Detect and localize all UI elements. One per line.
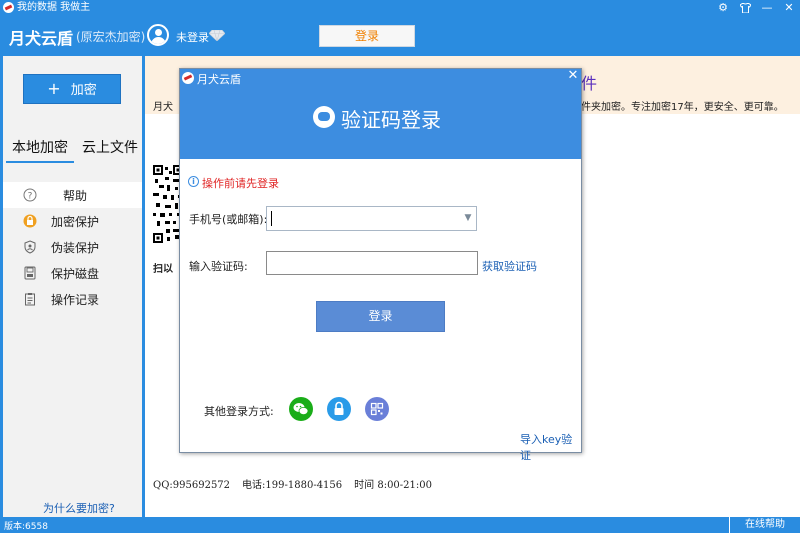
avatar-icon[interactable] bbox=[147, 24, 169, 46]
lock-icon bbox=[23, 214, 37, 228]
chat-bubble-icon bbox=[313, 106, 335, 128]
scan-text: 扫以 bbox=[153, 264, 173, 275]
sidebar-item-label: 操作记录 bbox=[51, 293, 100, 307]
app-header: 月犬云盾 (原宏杰加密) 未登录 登录 bbox=[0, 15, 800, 56]
disk-icon bbox=[23, 266, 37, 280]
sidebar-item-disguise-protect[interactable]: 伪装保护 bbox=[3, 234, 142, 260]
online-help-link[interactable]: 在线帮助 bbox=[729, 517, 800, 533]
question-icon: ? bbox=[23, 188, 37, 202]
contact-phone: 电话:199-1880-4156 bbox=[242, 480, 343, 491]
dialog-heading: 验证码登录 bbox=[341, 108, 441, 132]
dialog-title: 月犬云盾 bbox=[197, 73, 241, 86]
sidebar-item-help[interactable]: ? 帮助 bbox=[3, 182, 142, 208]
chevron-down-icon[interactable]: ▼ bbox=[462, 212, 474, 224]
gear-icon[interactable]: ⚙ bbox=[712, 0, 734, 15]
verification-code-input[interactable] bbox=[266, 251, 478, 275]
brand-subtitle: (原宏杰加密) bbox=[76, 30, 146, 44]
banner-title: 件 bbox=[581, 74, 598, 93]
phone-label: 手机号(或邮箱): bbox=[189, 213, 268, 226]
clipboard-icon bbox=[23, 292, 37, 306]
shirt-icon[interactable] bbox=[734, 0, 756, 15]
version-label: 版本:6558 bbox=[4, 522, 48, 532]
svg-text:?: ? bbox=[28, 192, 33, 202]
header-login-button[interactable]: 登录 bbox=[319, 25, 415, 47]
import-key-link[interactable]: 导入key验证 bbox=[520, 431, 581, 463]
phone-combobox[interactable]: ▼ bbox=[266, 206, 477, 231]
sidebar-item-label: 伪装保护 bbox=[51, 241, 100, 255]
sidebar-item-protect-disk[interactable]: 保护磁盘 bbox=[3, 260, 142, 286]
qrcode-icon[interactable] bbox=[365, 397, 389, 421]
sidebar-item-operation-log[interactable]: 操作记录 bbox=[3, 286, 142, 312]
contact-hours: 时间 8:00-21:00 bbox=[354, 480, 432, 491]
banner-text-left: 月犬 bbox=[153, 102, 173, 113]
login-submit-button[interactable]: 登录 bbox=[316, 301, 445, 332]
banner-text-right: 件夹加密。专注加密17年，更安全、更可靠。 bbox=[581, 102, 784, 113]
dialog-header: 月犬云盾 ✕ 验证码登录 bbox=[180, 69, 581, 159]
sidebar-item-label: 帮助 bbox=[63, 189, 88, 203]
login-required-warning: 操作前请先登录 bbox=[202, 177, 279, 190]
contact-info: QQ:995692572 电话:199-1880-4156 时间 8:00-21:0… bbox=[153, 476, 444, 491]
code-label: 输入验证码: bbox=[189, 260, 248, 273]
dialog-close-icon[interactable]: ✕ bbox=[565, 69, 581, 83]
login-dialog: 月犬云盾 ✕ 验证码登录 i 操作前请先登录 手机号(或邮箱): ▼ 输入验证码… bbox=[179, 68, 582, 462]
brand-name: 月犬云盾 bbox=[9, 29, 74, 48]
phone-input[interactable] bbox=[267, 207, 457, 230]
contact-qq: QQ:995692572 bbox=[153, 480, 231, 491]
encrypt-button-label: 加密 bbox=[70, 83, 97, 98]
app-logo-icon bbox=[3, 2, 14, 13]
login-status[interactable]: 未登录 bbox=[176, 29, 209, 45]
other-login-label: 其他登录方式: bbox=[204, 405, 274, 418]
info-icon: i bbox=[188, 176, 199, 187]
tab-cloud-files[interactable]: 云上文件 bbox=[82, 137, 138, 157]
sidebar-item-label: 加密保护 bbox=[51, 215, 100, 229]
shield-icon bbox=[23, 240, 37, 254]
app-logo-icon bbox=[182, 72, 194, 84]
sidebar: + 加密 本地加密 云上文件 ? 帮助 加密保护 伪装保护 保护磁盘 操作记录 … bbox=[0, 56, 145, 517]
why-encrypt-link[interactable]: 为什么要加密? bbox=[43, 500, 115, 516]
sidebar-menu: ? 帮助 加密保护 伪装保护 保护磁盘 操作记录 bbox=[3, 182, 142, 312]
tab-local-encrypt[interactable]: 本地加密 bbox=[12, 137, 68, 157]
sidebar-item-label: 保护磁盘 bbox=[51, 267, 100, 281]
diamond-icon[interactable] bbox=[208, 29, 226, 43]
title-bar: 我的数据 我做主 ⚙ — ✕ bbox=[0, 0, 800, 15]
get-code-link[interactable]: 获取验证码 bbox=[482, 258, 537, 274]
wechat-icon[interactable] bbox=[289, 397, 313, 421]
text-cursor bbox=[271, 211, 272, 226]
encrypt-button[interactable]: + 加密 bbox=[23, 74, 121, 104]
lock-icon[interactable] bbox=[327, 397, 351, 421]
plus-icon: + bbox=[47, 79, 61, 98]
active-tab-indicator bbox=[6, 161, 74, 163]
window-title: 我的数据 我做主 bbox=[17, 2, 91, 13]
status-bar: 版本:6558 在线帮助 bbox=[0, 517, 800, 533]
sidebar-tabs: 本地加密 云上文件 bbox=[3, 134, 142, 163]
close-icon[interactable]: ✕ bbox=[778, 0, 800, 15]
sidebar-item-encrypt-protect[interactable]: 加密保护 bbox=[3, 208, 142, 234]
minimize-icon[interactable]: — bbox=[756, 0, 778, 15]
